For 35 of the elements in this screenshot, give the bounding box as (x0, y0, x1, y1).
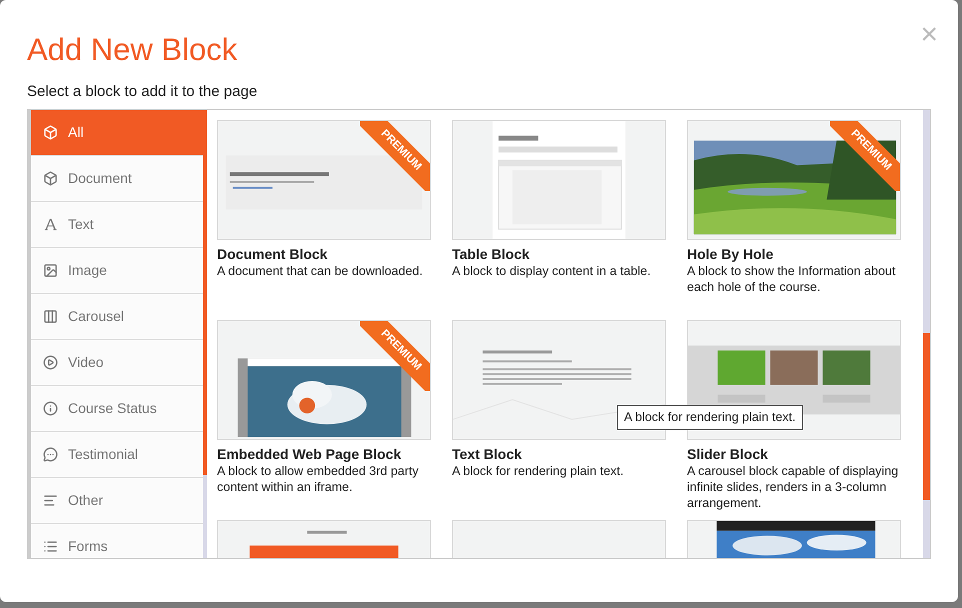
block-description: A carousel block capable of displaying infinite slides, renders in a 3-column arrangement. (687, 463, 900, 511)
block-title[interactable]: Document Block (217, 245, 431, 263)
list-icon (43, 539, 58, 554)
category-item[interactable]: Other (31, 478, 203, 524)
block-title[interactable]: Hole By Hole (687, 245, 901, 263)
category-item[interactable]: Text (31, 202, 203, 248)
info-icon (43, 401, 58, 416)
category-item[interactable]: Testimonial (31, 432, 203, 478)
block-title[interactable]: Slider Block (687, 445, 901, 463)
tooltip: A block for rendering plain text. (617, 405, 803, 430)
block-title[interactable]: Text Block (452, 445, 666, 463)
block-description: A block to display content in a table. (452, 263, 652, 279)
category-item[interactable]: Forms (31, 524, 203, 558)
image-icon (43, 263, 58, 278)
dialog-subtitle: Select a block to add it to the page (27, 82, 258, 102)
category-item[interactable]: Course Status (31, 386, 203, 432)
category-item[interactable]: Video (31, 340, 203, 386)
category-item[interactable]: Document (31, 156, 203, 202)
category-item[interactable]: All (31, 110, 203, 156)
block-description: A block for rendering plain text. (452, 463, 625, 479)
play-icon (43, 355, 58, 370)
lines-icon (43, 493, 58, 508)
block-title[interactable]: Table Block (452, 245, 666, 263)
block-title[interactable]: Embedded Web Page Block (217, 445, 431, 463)
category-item[interactable]: Image (31, 248, 203, 294)
film-icon (43, 309, 58, 324)
box-icon (43, 125, 58, 140)
dialog-title: Add New Block (27, 31, 238, 69)
block-description: A block to allow embedded 3rd party content within an iframe. (217, 463, 420, 495)
speech-bubble-icon (43, 447, 58, 462)
box-icon (43, 171, 58, 186)
letter-icon (43, 217, 58, 232)
category-item[interactable]: Carousel (31, 294, 203, 340)
block-description: A document that can be downloaded. (217, 263, 424, 279)
block-description: A block to show the Information about each hole of the course. (687, 263, 896, 295)
